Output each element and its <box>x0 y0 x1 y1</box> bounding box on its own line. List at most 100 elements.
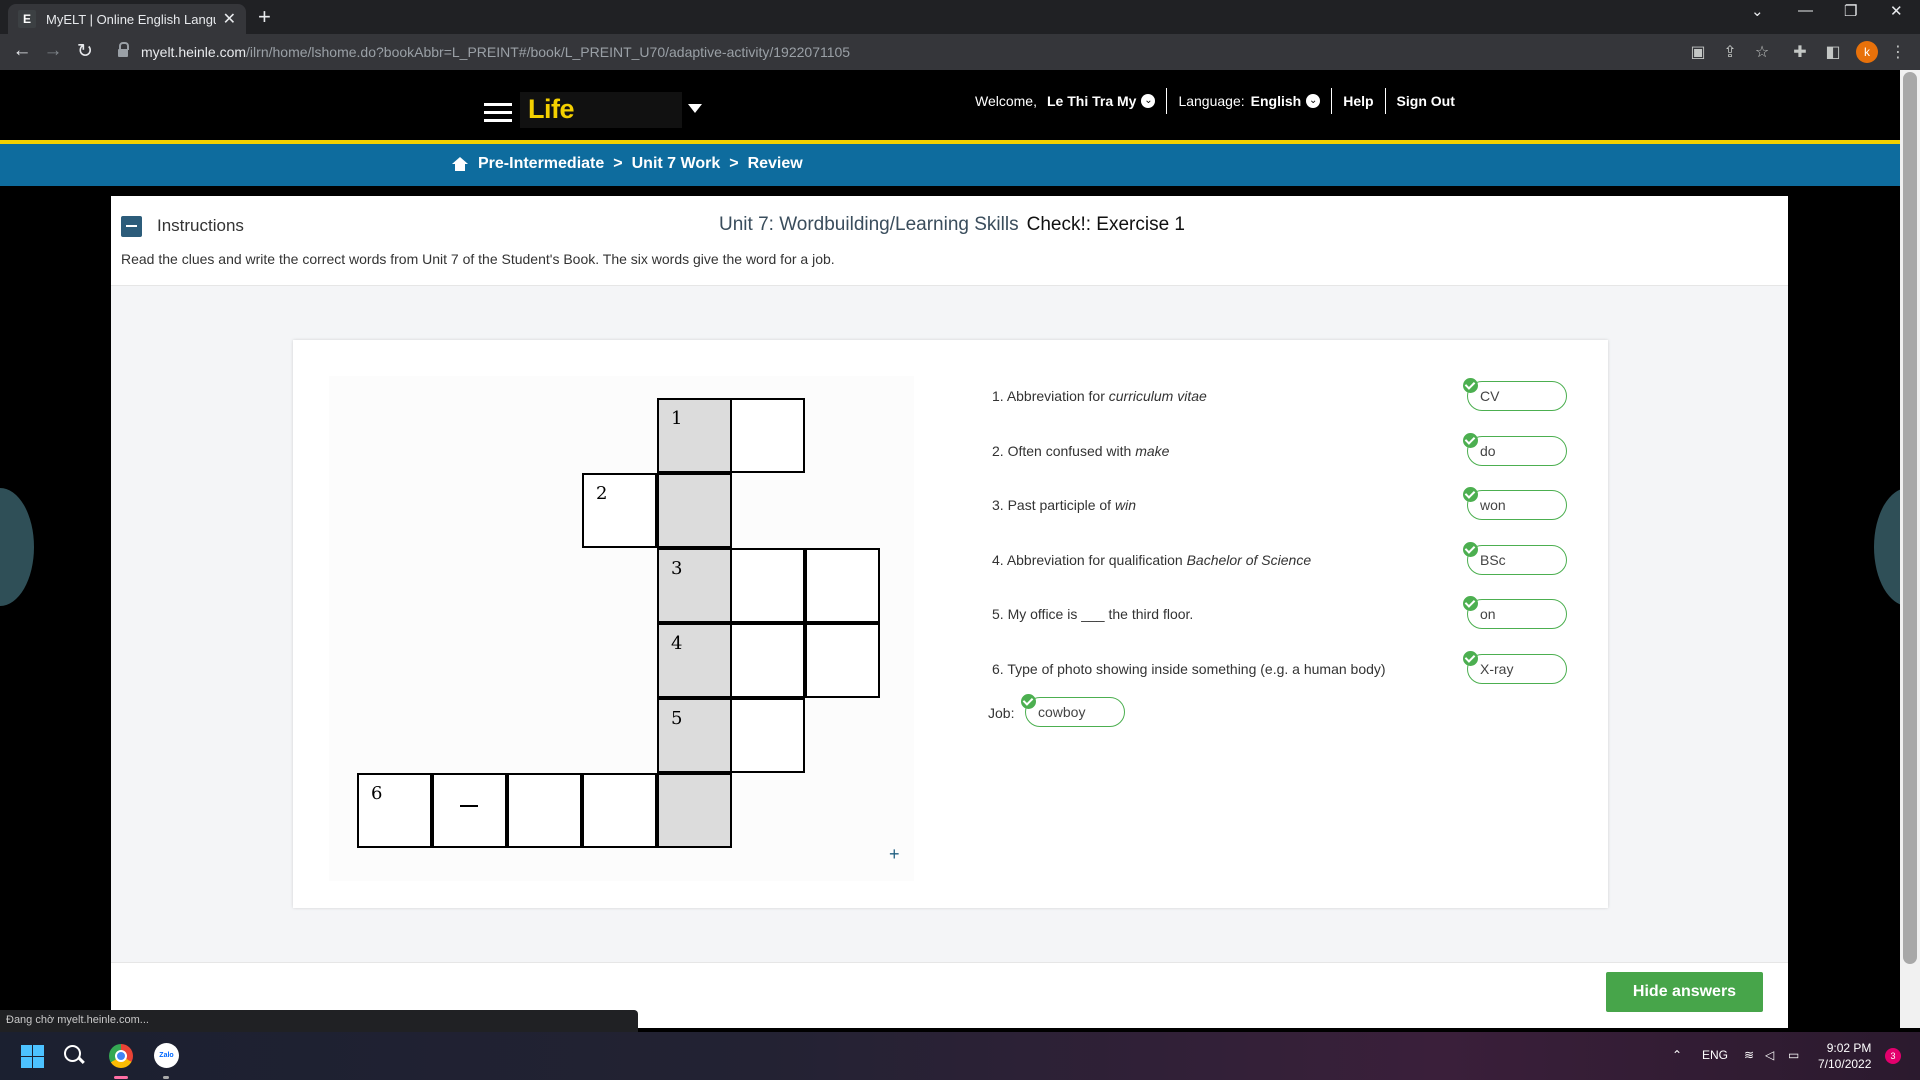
job-answer-input[interactable]: cowboy <box>1025 697 1125 727</box>
answer-input-6[interactable]: X-ray <box>1467 654 1567 684</box>
active-app-indicator <box>114 1076 128 1079</box>
clue-3: 3. Past participle of win <box>992 497 1136 513</box>
clue-number: 2 <box>596 483 608 504</box>
clue-6: 6. Type of photo showing inside somethin… <box>992 661 1386 677</box>
wifi-icon[interactable]: ≋ <box>1744 1048 1754 1062</box>
side-panel-icon[interactable]: ◧ <box>1823 42 1843 62</box>
answer-input-3[interactable]: won <box>1467 490 1567 520</box>
clue-number: 5. <box>992 606 1004 622</box>
divider <box>1384 88 1386 114</box>
prev-activity-arrow[interactable] <box>0 488 34 606</box>
crossword-cell <box>657 473 732 548</box>
clue-text: Past participle of <box>1007 497 1115 513</box>
activity-panel: Instructions Unit 7: Wordbuilding/Learni… <box>111 196 1788 1028</box>
browser-tab[interactable]: E MyELT | Online English Language ✕ <box>8 4 246 34</box>
home-icon[interactable] <box>452 157 468 171</box>
battery-icon[interactable]: ▭ <box>1788 1048 1799 1062</box>
app-running-indicator <box>163 1076 169 1079</box>
hide-answers-button[interactable]: Hide answers <box>1606 972 1763 1012</box>
site-favicon-icon: E <box>18 10 36 28</box>
answer-input-2[interactable]: do <box>1467 436 1567 466</box>
back-icon[interactable]: ← <box>10 40 34 62</box>
restore-icon[interactable]: ❐ <box>1844 2 1857 20</box>
forward-icon[interactable]: → <box>41 40 65 62</box>
language-label: Language: <box>1178 93 1245 109</box>
answer-input-4[interactable]: BSc <box>1467 545 1567 575</box>
new-tab-icon[interactable]: + <box>258 4 271 30</box>
crossword-cell <box>657 773 732 848</box>
more-menu-icon[interactable]: ⋮ <box>1888 42 1908 62</box>
language-chevron-icon[interactable]: ⌄ <box>1306 94 1321 108</box>
breadcrumb-page[interactable]: Review <box>748 155 803 173</box>
clue-text: Type of photo showing inside something (… <box>1007 661 1386 677</box>
correct-check-icon <box>1463 651 1478 666</box>
taskbar-search-icon[interactable] <box>63 1044 85 1066</box>
close-window-icon[interactable]: ✕ <box>1890 2 1903 20</box>
answer-input-5[interactable]: on <box>1467 599 1567 629</box>
brand-dropdown-icon[interactable] <box>688 104 702 113</box>
divider <box>1166 88 1168 114</box>
breadcrumb: Pre-Intermediate > Unit 7 Work > Review <box>452 155 803 173</box>
minimize-icon[interactable]: — <box>1798 2 1813 19</box>
windows-taskbar: Zalo ⌃ ENG ≋ ◁ ▭ 9:02 PM 7/10/2022 3 <box>0 1032 1920 1080</box>
clue-number: 5 <box>671 708 683 729</box>
volume-icon[interactable]: ◁ <box>1765 1048 1774 1062</box>
chrome-taskbar-icon[interactable] <box>109 1044 133 1068</box>
correct-check-icon <box>1463 433 1478 448</box>
bookmark-star-icon[interactable]: ☆ <box>1752 42 1772 62</box>
url-domain: myelt.heinle.com <box>141 44 247 60</box>
brand-logo: Life <box>528 94 575 124</box>
help-link[interactable]: Help <box>1343 93 1373 109</box>
web-page: Life Welcome, Le Thi Tra My ⌄ Language: … <box>0 70 1900 1028</box>
divider <box>1331 88 1333 114</box>
url-path: /ilrn/home/lshome.do?bookAbbr=L_PREINT#/… <box>246 44 851 60</box>
zoom-plus-button[interactable]: + <box>889 844 900 865</box>
crossword-cell <box>730 548 805 623</box>
next-activity-arrow[interactable] <box>1874 488 1900 606</box>
crossword-cell <box>730 698 805 773</box>
breadcrumb-level[interactable]: Pre-Intermediate <box>478 155 604 173</box>
crossword-cell: 3 <box>657 548 732 623</box>
clue-emphasis: win <box>1114 497 1136 513</box>
crossword-cell <box>805 623 880 698</box>
hamburger-menu-icon[interactable] <box>484 103 512 122</box>
crossword-cell <box>805 548 880 623</box>
clock-time: 9:02 PM <box>1826 1041 1872 1055</box>
crossword-cell: 6 <box>357 773 432 848</box>
share-icon[interactable]: ⇪ <box>1720 42 1740 62</box>
windows-start-icon[interactable] <box>21 1045 44 1068</box>
clue-number: 2. <box>992 443 1004 459</box>
instructions-text: Read the clues and write the correct wor… <box>121 251 835 267</box>
answer-input-1[interactable]: CV <box>1467 381 1567 411</box>
camera-blocked-icon[interactable]: ▣ <box>1688 42 1708 62</box>
taskbar-clock[interactable]: 9:02 PM 7/10/2022 <box>1818 1040 1871 1072</box>
crossword-cell: 5 <box>657 698 732 773</box>
breadcrumb-unit[interactable]: Unit 7 Work <box>632 155 721 173</box>
language-selector[interactable]: English <box>1251 93 1302 109</box>
address-bar[interactable]: myelt.heinle.com/ilrn/home/lshome.do?boo… <box>141 44 850 60</box>
profile-avatar[interactable]: k <box>1856 41 1878 63</box>
tab-title: MyELT | Online English Language <box>46 11 216 27</box>
extensions-icon[interactable]: ✚ <box>1790 42 1810 62</box>
collapse-instructions-button[interactable] <box>121 216 142 237</box>
lock-icon[interactable] <box>118 42 129 58</box>
reload-icon[interactable]: ↻ <box>73 40 97 63</box>
tab-search-icon[interactable]: ⌄ <box>1751 2 1764 20</box>
instructions-label: Instructions <box>157 216 244 235</box>
activity-subtitle: Check!: Exercise 1 <box>1026 214 1185 235</box>
zalo-taskbar-icon[interactable]: Zalo <box>154 1043 179 1068</box>
sign-out-link[interactable]: Sign Out <box>1397 93 1455 109</box>
notification-badge[interactable]: 3 <box>1885 1048 1901 1064</box>
clue-number: 4. <box>992 552 1004 568</box>
correct-check-icon <box>1463 596 1478 611</box>
user-name[interactable]: Le Thi Tra My <box>1047 93 1136 109</box>
tray-overflow-icon[interactable]: ⌃ <box>1672 1048 1682 1062</box>
user-chevron-icon[interactable]: ⌄ <box>1141 94 1156 108</box>
input-language[interactable]: ENG <box>1702 1048 1728 1062</box>
clue-text: Often confused with <box>1007 443 1136 459</box>
correct-check-icon <box>1463 487 1478 502</box>
clue-1: 1. Abbreviation for curriculum vitae <box>992 388 1207 404</box>
scrollbar-thumb[interactable] <box>1903 72 1917 964</box>
tab-close-icon[interactable]: ✕ <box>223 9 236 29</box>
browser-tab-bar: E MyELT | Online English Language ✕ + ⌄ … <box>0 0 1920 34</box>
